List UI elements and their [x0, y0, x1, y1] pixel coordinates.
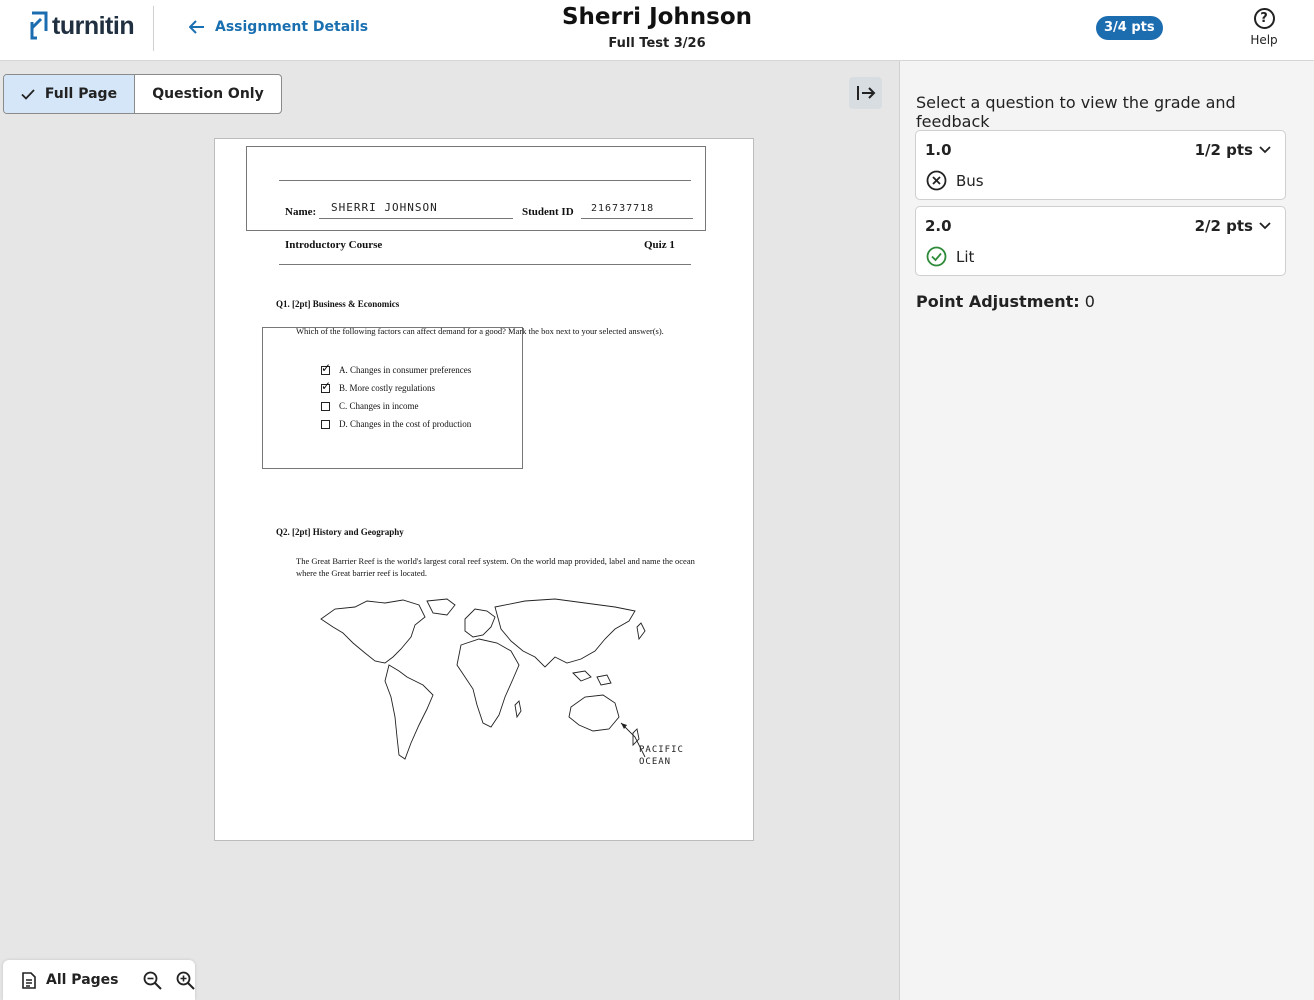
zoom-in-icon: [176, 971, 195, 990]
q1-option-c: C. Changes in income: [321, 401, 419, 411]
page-toolbar: All Pages: [3, 960, 195, 1000]
logo-text: turnitin: [52, 11, 135, 40]
question-tag: Bus: [926, 170, 984, 191]
point-adjustment: Point Adjustment: 0: [916, 292, 1095, 311]
name-label: Name:: [285, 206, 317, 218]
question-points-label: 2/2 pts: [1194, 217, 1253, 235]
zoom-in-button[interactable]: [176, 971, 195, 990]
turnitin-logo[interactable]: turnitin: [29, 11, 135, 41]
q1-title: Q1. [2pt] Business & Economics: [276, 299, 400, 309]
checkbox-empty-icon: [321, 401, 330, 411]
student-id-value: 216737718: [591, 203, 655, 214]
check-circle-icon: [926, 246, 947, 267]
full-page-label: Full Page: [44, 86, 118, 102]
collapse-panel-button[interactable]: [849, 77, 882, 109]
map-annotation-ocean: OCEAN: [639, 757, 672, 767]
arrow-left-icon: [189, 20, 204, 34]
x-circle-icon: [926, 170, 947, 191]
question-number: 1.0: [925, 141, 952, 159]
header-rule: [279, 180, 691, 181]
document-icon: [22, 971, 36, 989]
student-id-underline: [581, 218, 693, 219]
checkbox-checked-icon: ✓: [321, 360, 332, 375]
header-divider: [153, 6, 154, 51]
help-label: Help: [1250, 33, 1278, 47]
all-pages-button[interactable]: All Pages: [22, 971, 119, 989]
help-button[interactable]: ? Help: [1244, 8, 1284, 47]
q1-text: Which of the following factors can affec…: [296, 326, 664, 336]
q1-option-b-label: B. More costly regulations: [339, 383, 435, 393]
chevron-down-icon: [1259, 222, 1271, 230]
chevron-down-icon: [1259, 146, 1271, 154]
full-page-toggle[interactable]: Full Page: [4, 75, 135, 113]
total-score-badge: 3/4 pts: [1096, 16, 1163, 40]
turnitin-logo-icon: [30, 11, 48, 40]
assignment-details-link[interactable]: Assignment Details: [189, 19, 368, 35]
view-toggle: Full Page Question Only: [3, 74, 282, 114]
grade-feedback-panel: Select a question to view the grade and …: [899, 61, 1314, 1000]
quiz-label: Quiz 1: [644, 239, 675, 251]
question-card-2[interactable]: 2.0 2/2 pts Lit: [915, 206, 1286, 276]
zoom-out-icon: [143, 971, 162, 990]
question-only-toggle[interactable]: Question Only: [135, 75, 281, 113]
question-points: 1/2 pts: [1195, 141, 1271, 159]
check-icon: [21, 88, 35, 100]
q1-answer-box: [262, 327, 523, 469]
q1-option-d: D. Changes in the cost of production: [321, 419, 471, 429]
top-header: turnitin Assignment Details Sherri Johns…: [0, 0, 1314, 61]
question-tag-label: Lit: [956, 247, 975, 266]
question-points: 2/2 pts: [1195, 217, 1271, 235]
course-rule: [279, 264, 691, 265]
name-value: SHERRI JOHNSON: [331, 201, 438, 214]
question-points-label: 1/2 pts: [1194, 141, 1253, 159]
question-only-label: Question Only: [152, 86, 264, 102]
document-page: Name: SHERRI JOHNSON Student ID 21673771…: [214, 138, 754, 841]
world-map-image: [320, 598, 646, 760]
q1-option-c-label: C. Changes in income: [339, 401, 419, 411]
help-icon: ?: [1253, 8, 1275, 29]
zoom-out-button[interactable]: [143, 971, 162, 990]
question-tag-label: Bus: [956, 171, 984, 190]
q1-option-b: ✓ B. More costly regulations: [321, 378, 435, 393]
arrow-right-bar-icon: [856, 86, 875, 100]
point-adjustment-value: 0: [1084, 292, 1095, 311]
q1-option-a-label: A. Changes in consumer preferences: [339, 365, 472, 375]
q2-title: Q2. [2pt] History and Geography: [276, 527, 404, 537]
q1-option-d-label: D. Changes in the cost of production: [339, 419, 472, 429]
question-tag: Lit: [926, 246, 974, 267]
q1-option-a: ✓ A. Changes in consumer preferences: [321, 360, 472, 375]
panel-title: Select a question to view the grade and …: [916, 93, 1236, 131]
map-annotation-pacific: PACIFIC: [639, 745, 684, 755]
assignment-details-label: Assignment Details: [215, 19, 369, 35]
question-card-1[interactable]: 1.0 1/2 pts Bus: [915, 130, 1286, 200]
point-adjustment-label: Point Adjustment:: [916, 292, 1080, 311]
name-underline: [319, 218, 513, 219]
checkbox-empty-icon: [321, 419, 330, 429]
course-label: Introductory Course: [285, 239, 383, 251]
student-id-label: Student ID: [522, 206, 574, 218]
all-pages-label: All Pages: [46, 972, 119, 988]
question-number: 2.0: [925, 217, 952, 235]
q2-text: The Great Barrier Reef is the world's la…: [296, 556, 695, 578]
checkbox-checked-icon: ✓: [321, 378, 332, 393]
